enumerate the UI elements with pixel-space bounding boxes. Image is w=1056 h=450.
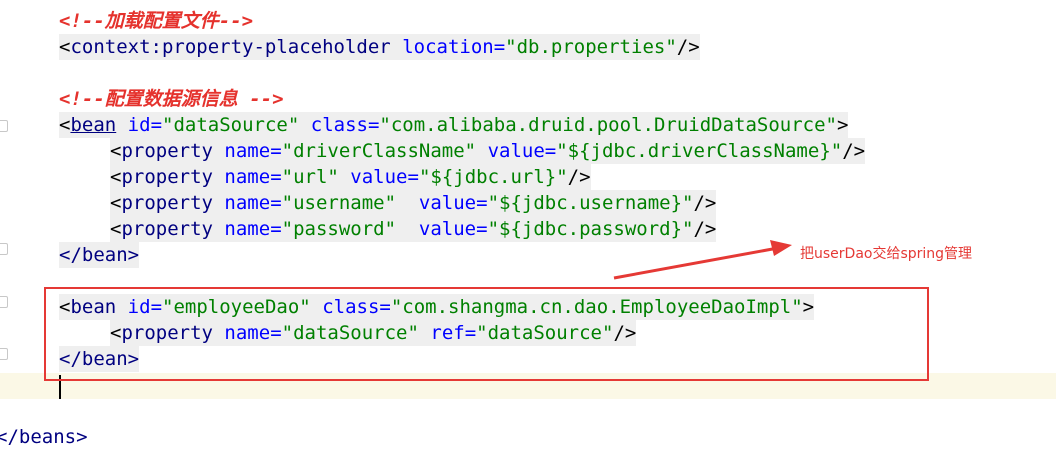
code-line-comment-load: <!--加载配置文件--> <box>59 8 253 34</box>
attr-value: "${jdbc.driverClassName}" <box>556 140 843 162</box>
attr-value: "driverClassName" <box>281 140 477 162</box>
tag-name: property <box>121 166 213 188</box>
attr-eq: = <box>544 140 557 162</box>
fold-marker-icon[interactable] <box>0 243 8 255</box>
attr-name: value <box>487 140 545 162</box>
tag-open: < <box>59 36 71 58</box>
attr-name: name <box>224 218 271 240</box>
tag-name: property <box>121 192 213 214</box>
attr-value: "dataSource" <box>162 114 300 136</box>
tag-open: < <box>110 218 122 240</box>
attr-name: value <box>418 192 477 214</box>
code-line-property[interactable]: <property name="password" value="${jdbc.… <box>110 216 717 242</box>
attr-name: name <box>224 192 271 214</box>
code-line-property-placeholder[interactable]: <context:property-placeholder location="… <box>59 34 700 60</box>
tag-open: < <box>59 114 71 136</box>
attr-eq: = <box>150 114 163 136</box>
fold-marker-icon[interactable] <box>0 120 8 132</box>
attr-name: name <box>224 166 271 188</box>
attr-eq: = <box>270 192 282 214</box>
attr-eq: = <box>476 218 488 240</box>
tag-close: </beans> <box>0 426 88 448</box>
attr-eq: = <box>407 166 419 188</box>
code-line-bean-end[interactable]: </bean> <box>59 242 140 268</box>
code-line-bean-datasource[interactable]: <bean id="dataSource" class="com.alibaba… <box>59 112 849 138</box>
code-line-property[interactable]: <property name="username" value="${jdbc.… <box>110 190 717 216</box>
tag-close: /> <box>567 166 591 188</box>
highlight-box <box>44 287 929 381</box>
attr-value: "url" <box>281 166 339 188</box>
attr-value: "username" <box>281 192 397 214</box>
fold-marker-icon[interactable] <box>0 348 8 360</box>
attr-name: location <box>402 36 494 58</box>
attr-eq: = <box>476 192 488 214</box>
attr-value: "${jdbc.password}" <box>487 218 694 240</box>
attr-eq: = <box>270 166 282 188</box>
attr-value: "com.alibaba.druid.pool.DruidDataSource" <box>379 114 837 136</box>
tag-name: property <box>121 140 213 162</box>
tag-name: context:property-placeholder <box>70 36 391 58</box>
tag-close: /> <box>693 192 717 214</box>
code-line-property[interactable]: <property name="driverClassName" value="… <box>110 138 866 164</box>
comment-load: <!--加载配置文件--> <box>59 10 254 32</box>
attr-value: "${jdbc.username}" <box>487 192 694 214</box>
tag-name: bean <box>70 114 117 136</box>
attr-eq: = <box>270 218 282 240</box>
tag-open: < <box>110 166 122 188</box>
attr-eq: = <box>367 114 380 136</box>
tag-close: /> <box>676 36 700 58</box>
tag-open: < <box>110 192 122 214</box>
fold-marker-icon[interactable] <box>0 296 8 308</box>
attr-name: class <box>310 114 368 136</box>
code-line-beans-end[interactable]: </beans> <box>0 424 88 450</box>
code-line-property[interactable]: <property name="url" value="${jdbc.url}"… <box>110 164 591 190</box>
tag-open: < <box>110 140 122 162</box>
code-line-comment-datasource: <!--配置数据源信息 --> <box>59 86 284 112</box>
attr-eq: = <box>493 36 506 58</box>
comment-datasource: <!--配置数据源信息 --> <box>59 88 284 110</box>
attr-name: id <box>127 114 151 136</box>
tag-close: /> <box>842 140 866 162</box>
attr-name: name <box>224 140 271 162</box>
tag-close: > <box>836 114 849 136</box>
attr-name: value <box>350 166 408 188</box>
attr-name: value <box>418 218 477 240</box>
annotation-label: 把userDao交给spring管理 <box>800 246 973 262</box>
attr-value: "${jdbc.url}" <box>418 166 568 188</box>
tag-close: /> <box>693 218 717 240</box>
tag-name: property <box>121 218 213 240</box>
attr-eq: = <box>270 140 282 162</box>
tag-close: </bean> <box>59 244 140 266</box>
attr-value: "db.properties" <box>505 36 677 58</box>
attr-value: "password" <box>281 218 397 240</box>
